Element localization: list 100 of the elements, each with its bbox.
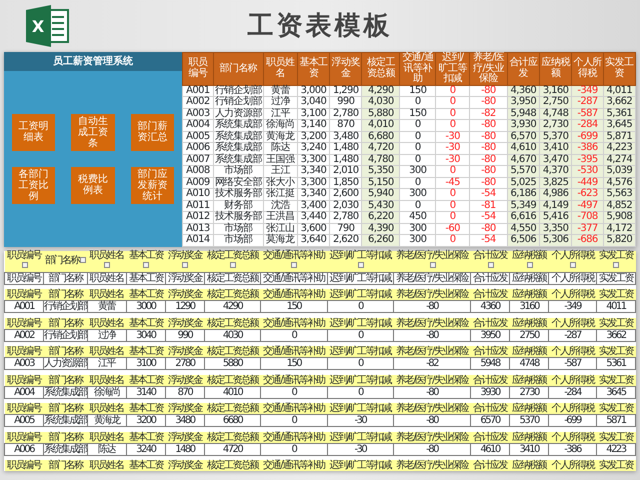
table-cell: 张大小 [263,177,298,188]
menu-button[interactable]: 各部门工资比例 [12,166,56,204]
table-cell: 系统集成部 [213,131,264,142]
table-cell: -386 [572,142,604,154]
table-cell: 徐海尚 [263,120,298,131]
table-cell: 3950 [470,329,510,341]
column-header: 职员姓名 [90,250,124,260]
table-cell: 990 [165,329,204,341]
table-cell: 4010 [204,386,261,398]
column-header: 合计应发 [470,318,510,329]
table-cell: A004 [182,120,214,131]
table-cell: 6,506 [507,234,540,246]
column-header: 交通/通讯等补助 [260,460,328,471]
table-cell: 3,240 [297,142,330,154]
menu-button[interactable]: 部门应发薪资统计 [130,166,174,204]
table-cell: 行销企划部 [213,96,264,108]
column-header: 个人所得税 [548,272,596,284]
table-cell: 4,720 [362,142,400,154]
table-cell: A006 [4,443,44,455]
table-cell: 4030 [204,329,261,341]
table-cell: 5,306 [540,234,572,246]
table-cell: 0 [436,96,470,108]
table-cell: 6680 [204,414,261,426]
table-cell: 0 [436,200,470,212]
table-cell: 4610 [470,443,510,455]
column-header: 迟到/旷工等扣减 [330,250,392,260]
table-cell: 3100 [126,358,166,370]
table-cell: 0 [400,120,436,131]
table-cell: 0 [327,358,394,370]
column-header: 浮动奖金 [165,432,204,443]
column-header: 迟到/旷工等扣减 [327,272,394,284]
column-header: 职员姓名 [87,403,126,414]
table-cell: 6570 [470,414,510,426]
column-header: 合计应发 [470,272,510,284]
column-header: 应纳税额 [510,374,549,386]
column-header: 核定工资总额 [204,403,261,414]
column-header: 基本工资 [126,289,166,300]
column-header: 个人所得税 [551,250,594,260]
table-cell: 0 [400,131,436,142]
table-cell: -30 [327,414,394,426]
table-cell: 3930 [470,386,510,398]
column-header: 职员编号 [7,250,42,260]
table-cell: 4748 [510,358,549,370]
table-cell: A008 [182,166,214,177]
table-cell: 0 [327,386,394,398]
table-cell: -686 [572,234,604,246]
table-cell: 150 [260,358,328,370]
column-header: 应纳税额 [540,52,572,85]
table-cell: 3,300 [297,154,330,166]
table-cell: 1480 [165,443,204,455]
table-cell: -30 [436,131,470,142]
table-cell: A003 [182,108,214,120]
table-cell: 黄海龙 [263,131,298,142]
table-cell: 黄蕾 [87,300,126,312]
table-cell: 0 [400,177,436,188]
column-header: 职员编号 [4,460,44,471]
table-cell: 系统集成部 [213,120,264,131]
table-cell: 5,820 [603,234,636,246]
table-cell: -80 [470,223,508,234]
column-header: 浮动奖金 [165,318,204,329]
column-header: 职员姓名 [263,52,298,85]
table-cell: A005 [182,131,214,142]
table-cell: 5361 [596,358,636,370]
menu-button[interactable]: 部门薪资汇总 [130,114,174,151]
table-cell: A014 [182,234,214,246]
table-cell: 5,570 [507,166,540,177]
table-cell: 3,100 [297,108,330,120]
table-cell: 0 [436,188,470,200]
menu-button[interactable]: 税费比例表 [71,166,115,204]
table-cell: -82 [470,108,508,120]
table-cell: 5948 [470,358,510,370]
column-header: 应纳税额 [512,250,546,260]
column-header: 养老/医疗/失业保险 [470,52,508,85]
column-header: 实发工资 [596,272,636,284]
column-header: 职员编号 [182,52,214,85]
table-cell: -587 [548,358,596,370]
table-cell: 2780 [165,358,204,370]
table-cell: 3662 [596,329,636,341]
table-cell: 3,662 [603,96,636,108]
table-cell: -284 [572,120,604,131]
menu-button[interactable]: 工资明细表 [12,114,56,151]
table-cell: -60 [436,223,470,234]
menu-button[interactable]: 自动生成工资条 [71,114,115,151]
column-header: 职员姓名 [87,432,126,443]
table-cell: -80 [470,177,508,188]
column-header: 核定工资总额 [204,272,261,284]
column-header: 交通/通讯等补助 [260,289,328,300]
table-cell: 4360 [470,300,510,312]
table-cell: 3,200 [297,131,330,142]
table-cell: 3000 [126,300,166,312]
table-cell: 陈达 [263,142,298,154]
table-cell: 江平 [87,358,126,370]
table-cell: 2750 [510,329,549,341]
column-header: 应纳税额 [510,272,549,284]
table-cell: 6,260 [362,234,400,246]
table-cell: -54 [470,234,508,246]
column-header: 浮动奖金 [165,374,204,386]
column-header: 部门名称 [44,254,79,266]
column-header: 浮动奖金 [168,250,202,260]
table-cell: 3,640 [297,234,330,246]
